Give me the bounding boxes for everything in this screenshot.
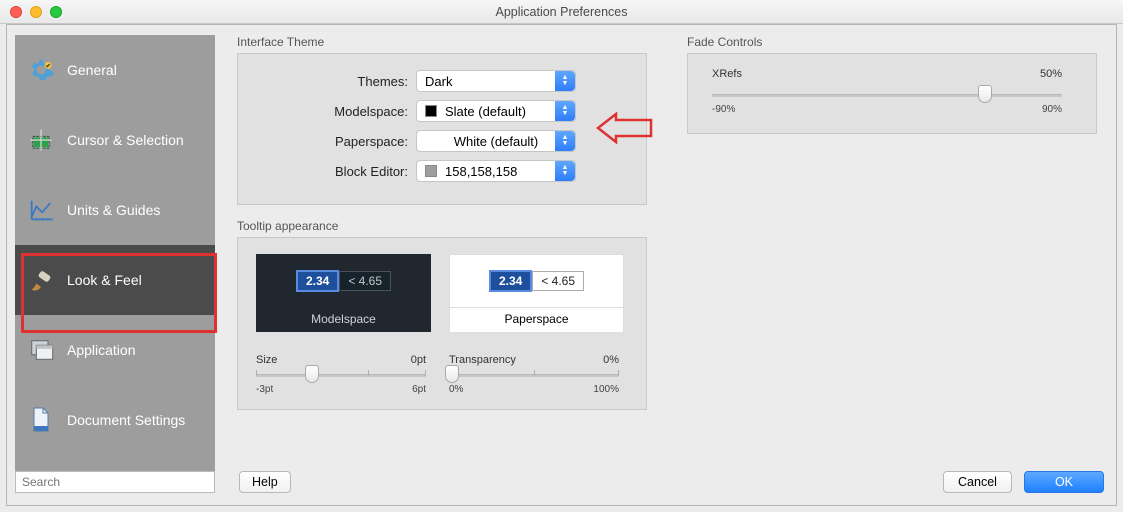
paperspace-preview: 2.34 < 4.65 Paperspace bbox=[449, 254, 624, 340]
transparency-value: 0% bbox=[603, 354, 619, 366]
block-editor-value: 158,158,158 bbox=[445, 164, 517, 179]
themes-value: Dark bbox=[425, 74, 452, 89]
xrefs-value: 50% bbox=[1040, 68, 1062, 80]
ok-button[interactable]: OK bbox=[1024, 471, 1104, 493]
transparency-slider[interactable] bbox=[449, 366, 619, 382]
size-label: Size bbox=[256, 354, 277, 366]
tooltip-value-a: 2.34 bbox=[489, 270, 532, 292]
xrefs-min: -90% bbox=[712, 104, 735, 115]
sidebar-item-label: Application bbox=[67, 342, 136, 358]
titlebar: Application Preferences bbox=[0, 0, 1123, 24]
modelspace-select[interactable]: Slate (default) ▲▼ bbox=[416, 100, 576, 122]
maximize-icon[interactable] bbox=[50, 6, 62, 18]
window-stack-icon bbox=[27, 336, 55, 364]
xrefs-label: XRefs bbox=[712, 68, 742, 80]
size-max: 6pt bbox=[412, 384, 426, 395]
ruler-axis-icon bbox=[27, 196, 55, 224]
xrefs-max: 90% bbox=[1042, 104, 1062, 115]
color-swatch-icon bbox=[425, 165, 437, 177]
chevron-up-down-icon: ▲▼ bbox=[555, 71, 575, 91]
size-slider[interactable] bbox=[256, 366, 426, 382]
color-swatch-icon bbox=[425, 105, 437, 117]
transparency-max: 100% bbox=[593, 384, 619, 395]
arrow-annotation-icon bbox=[596, 112, 656, 144]
chevron-up-down-icon: ▲▼ bbox=[555, 161, 575, 181]
sidebar-item-label: Units & Guides bbox=[67, 202, 160, 218]
modelspace-value: Slate (default) bbox=[445, 104, 526, 119]
modelspace-preview-label: Modelspace bbox=[256, 308, 431, 332]
sidebar-item-look-feel[interactable]: Look & Feel bbox=[15, 245, 215, 315]
transparency-label: Transparency bbox=[449, 354, 516, 366]
paperspace-label: Paperspace: bbox=[256, 134, 416, 149]
gear-icon bbox=[27, 56, 55, 84]
chevron-up-down-icon: ▲▼ bbox=[555, 131, 575, 151]
sidebar-item-cursor-selection[interactable]: Cursor & Selection bbox=[15, 105, 215, 175]
close-icon[interactable] bbox=[10, 6, 22, 18]
window-title: Application Preferences bbox=[495, 5, 627, 19]
cursor-crop-icon bbox=[27, 126, 55, 154]
paperspace-value: White (default) bbox=[454, 134, 539, 149]
size-min: -3pt bbox=[256, 384, 273, 395]
sidebar-item-application[interactable]: Application bbox=[15, 315, 215, 385]
cancel-button[interactable]: Cancel bbox=[943, 471, 1012, 493]
help-button[interactable]: Help bbox=[239, 471, 291, 493]
sidebar-item-general[interactable]: General bbox=[15, 35, 215, 105]
sidebar-item-units-guides[interactable]: Units & Guides bbox=[15, 175, 215, 245]
tooltip-value-b: < 4.65 bbox=[532, 271, 584, 291]
search-input[interactable] bbox=[15, 471, 215, 493]
tooltip-value-a: 2.34 bbox=[296, 270, 339, 292]
interface-theme-panel: Themes: Dark ▲▼ Modelspace: Slate (defau… bbox=[237, 53, 647, 205]
modelspace-label: Modelspace: bbox=[256, 104, 416, 119]
footer-bar: Help Cancel OK bbox=[15, 467, 1104, 497]
slider-knob-icon bbox=[305, 365, 319, 383]
modelspace-preview: 2.34 < 4.65 Modelspace bbox=[256, 254, 431, 340]
themes-select[interactable]: Dark ▲▼ bbox=[416, 70, 576, 92]
paperspace-select[interactable]: White (default) ▲▼ bbox=[416, 130, 576, 152]
xrefs-slider[interactable] bbox=[712, 86, 1062, 102]
section-title-tooltip: Tooltip appearance bbox=[237, 219, 647, 233]
block-editor-select[interactable]: 158,158,158 ▲▼ bbox=[416, 160, 576, 182]
window-controls bbox=[10, 6, 62, 18]
minimize-icon[interactable] bbox=[30, 6, 42, 18]
section-title-fade-controls: Fade Controls bbox=[687, 35, 1097, 49]
chevron-up-down-icon: ▲▼ bbox=[555, 101, 575, 121]
paperspace-preview-label: Paperspace bbox=[449, 308, 624, 333]
sidebar-item-label: Cursor & Selection bbox=[67, 132, 184, 148]
sidebar: General Cursor & Selection Units & Guide… bbox=[15, 35, 215, 480]
sidebar-item-label: Look & Feel bbox=[67, 272, 142, 288]
tooltip-value-b: < 4.65 bbox=[339, 271, 391, 291]
section-title-interface-theme: Interface Theme bbox=[237, 35, 647, 49]
block-editor-label: Block Editor: bbox=[256, 164, 416, 179]
paintbrush-icon bbox=[27, 266, 55, 294]
themes-label: Themes: bbox=[256, 74, 416, 89]
tooltip-appearance-panel: 2.34 < 4.65 Modelspace 2.34 < 4.65 Paper… bbox=[237, 237, 647, 410]
sidebar-item-label: Document Settings bbox=[67, 412, 185, 428]
sidebar-item-label: General bbox=[67, 62, 117, 78]
size-value: 0pt bbox=[411, 354, 426, 366]
sidebar-item-document-settings[interactable]: Document Settings bbox=[15, 385, 215, 455]
slider-knob-icon bbox=[978, 85, 992, 103]
slider-knob-icon bbox=[445, 365, 459, 383]
fade-controls-panel: XRefs 50% -90% 90% bbox=[687, 53, 1097, 134]
document-icon bbox=[27, 406, 55, 434]
transparency-min: 0% bbox=[449, 384, 463, 395]
